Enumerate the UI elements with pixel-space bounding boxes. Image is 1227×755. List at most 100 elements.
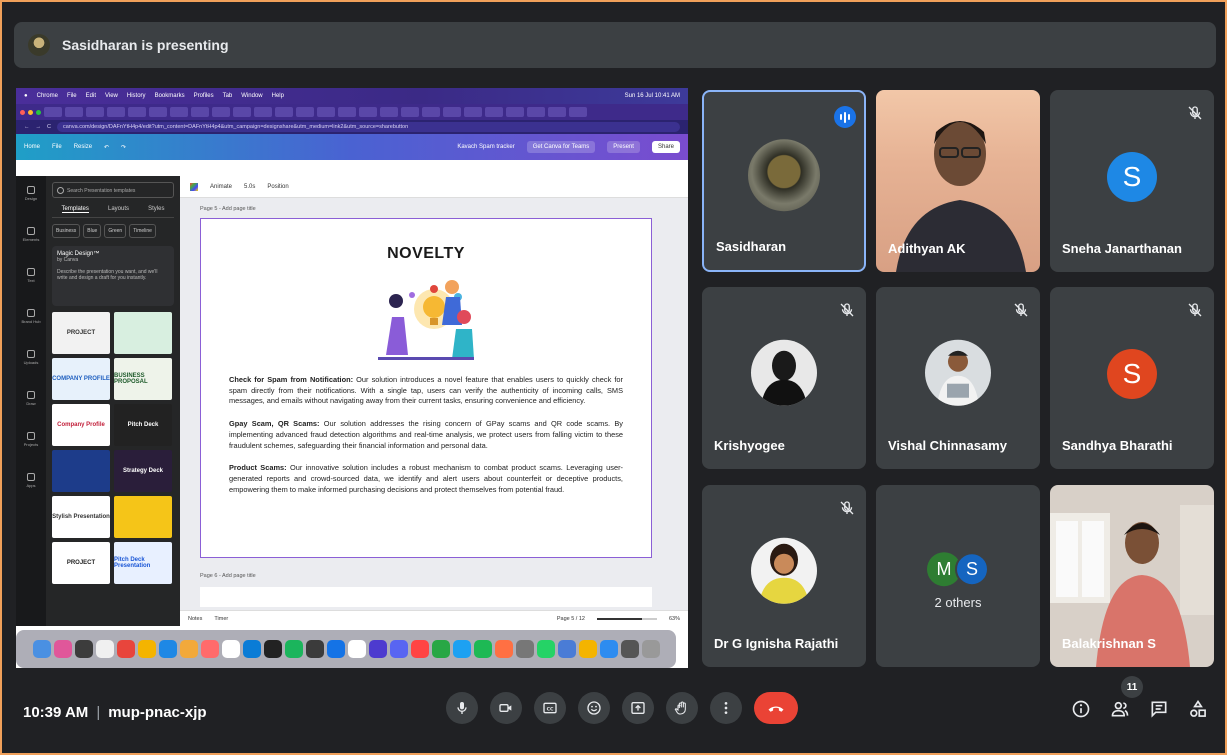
participant-tile-balakrishnan[interactable]: Balakrishnan S [1050,485,1214,667]
browser-tabs [16,104,688,120]
activities-button[interactable] [1187,698,1209,720]
slide-next [200,587,652,607]
menu-item: Window [241,93,263,99]
shared-screen: ● Chrome File Edit View History Bookmark… [16,88,688,668]
participant-tile-ignisha[interactable]: Dr G Ignisha Rajathi [702,485,866,667]
canva-header: Home File Resize ↶ ↷ Kavach Spam tracker… [16,134,688,160]
more-vert-icon [724,702,728,714]
animate-button: Animate [210,183,233,190]
participant-avatar: S [1107,349,1157,399]
participant-name: Sasidharan [716,239,787,254]
presenting-text: Sasidharan is presenting [62,37,229,53]
participant-tile-adithyan[interactable]: Adithyan AK [876,90,1040,272]
leave-call-button[interactable] [754,692,798,724]
emoji-icon [587,701,601,715]
captions-button[interactable]: CC [534,692,566,724]
magic-desc: Describe the presentation you want, and … [57,269,158,281]
chip: Green [104,224,127,238]
template-thumb: Stylish Presentation [52,496,110,538]
slide-paragraph-1: Check for Spam from Notification: Our so… [229,375,623,406]
more-options-button[interactable] [710,692,742,724]
participant-avatar [751,339,817,406]
slide: NOVELTY Check for Spam from Notification… [200,218,652,558]
canva-teams: Get Canva for Teams [526,141,596,153]
menu-item: History [126,93,146,99]
current-time: 10:39 AM [23,704,89,721]
rail-item: Text [27,268,35,283]
template-thumb: Company Profile [52,404,110,446]
mic-button[interactable] [446,692,478,724]
meeting-control-bar: 10:39 AM | mup-pnac-xjp CC [0,680,1227,746]
template-thumb: Pitch Deck Presentation [114,542,172,584]
mac-dock [16,630,676,668]
template-thumb: COMPANY PROFILE [52,358,110,400]
canva-present: Present [607,141,640,153]
participant-name: Balakrishnan S [1062,636,1156,651]
chat-button[interactable] [1148,698,1170,720]
meeting-code: mup-pnac-xjp [108,704,207,721]
menu-item: Profiles [193,93,214,99]
participant-avatar: S [955,552,989,587]
participant-avatar [748,139,820,212]
rail-item: Design [25,186,37,201]
color-swatch-icon [190,182,198,191]
mic-off-icon [1188,303,1202,317]
participant-name: Vishal Chinnasamy [888,438,1007,453]
duration-button: 5.0s [244,183,256,190]
template-thumb: PROJECT [52,312,110,354]
menu-item: Bookmarks [154,93,185,99]
activities-icon [1190,699,1206,717]
participant-tile-sasidharan[interactable]: Sasidharan [702,90,866,272]
participant-avatar [751,537,817,604]
template-thumbnails: PROJECT COMPANY PROFILE BUSINESS PROPOSA… [52,312,174,584]
people-count-badge: 11 [1121,676,1143,698]
participant-tile-others[interactable]: M S 2 others [876,485,1040,667]
others-avatars: M S [927,552,989,587]
mic-off-icon [840,501,854,515]
canva-file: File [52,144,62,150]
reactions-button[interactable] [578,692,610,724]
meeting-info: 10:39 AM | mup-pnac-xjp [23,704,207,721]
camera-button[interactable] [490,692,522,724]
menu-item: Edit [85,93,96,99]
participant-tile-vishal[interactable]: Vishal Chinnasamy [876,287,1040,469]
people-button[interactable] [1109,698,1131,720]
participant-tile-krishyogee[interactable]: Krishyogee [702,287,866,469]
camera-icon [499,704,512,712]
forward-icon: → [35,124,42,130]
templates-panel: Search Presentation templates Templates … [46,176,180,626]
participant-name: Krishyogee [714,438,785,453]
template-thumb: Strategy Deck [114,450,172,492]
address-field: canva.com/design/DAFnYtH4p4/edit?utm_con… [56,122,680,132]
template-thumb [114,312,172,354]
raise-hand-button[interactable] [666,692,698,724]
canva-home: Home [24,144,41,150]
mac-clock: Sun 16 Jul 10:41 AM [624,93,680,99]
rail-item: Uploads [24,350,38,365]
rail-item: Draw [26,391,36,406]
meeting-details-button[interactable] [1070,698,1092,720]
info-icon [1072,700,1090,718]
mic-off-icon [840,303,854,317]
redo-icon: ↷ [121,144,127,151]
apple-icon: ● [24,93,28,99]
slide-paragraph-3: Product Scams: Our innovative solution i… [229,463,623,494]
chat-icon [1151,701,1167,718]
participant-tile-sandhya[interactable]: S Sandhya Bharathi [1050,287,1214,469]
tab-layouts: Layouts [108,206,130,212]
present-button[interactable] [622,692,654,724]
rail-item: Projects [24,432,38,447]
rail-item: Apps [26,473,36,488]
menu-item: Chrome [36,93,58,99]
page6-label: Page 6 - Add page title [200,573,256,579]
template-thumb [114,496,172,538]
canva-status-bar: Notes Timer Page 5 / 12 63% [180,610,688,626]
page-indicator: Page 5 / 12 [556,615,585,622]
chip: Timeline [129,224,156,238]
participant-tile-sneha[interactable]: S Sneha Janarthanan [1050,90,1214,272]
participant-avatar: S [1107,152,1157,202]
template-thumb: BUSINESS PROPOSAL [114,358,172,400]
template-thumb: Pitch Deck [114,404,172,446]
canva-side-rail: Design Elements Text Brand Hub Uploads D… [16,176,46,626]
zoom-slider [596,617,657,620]
